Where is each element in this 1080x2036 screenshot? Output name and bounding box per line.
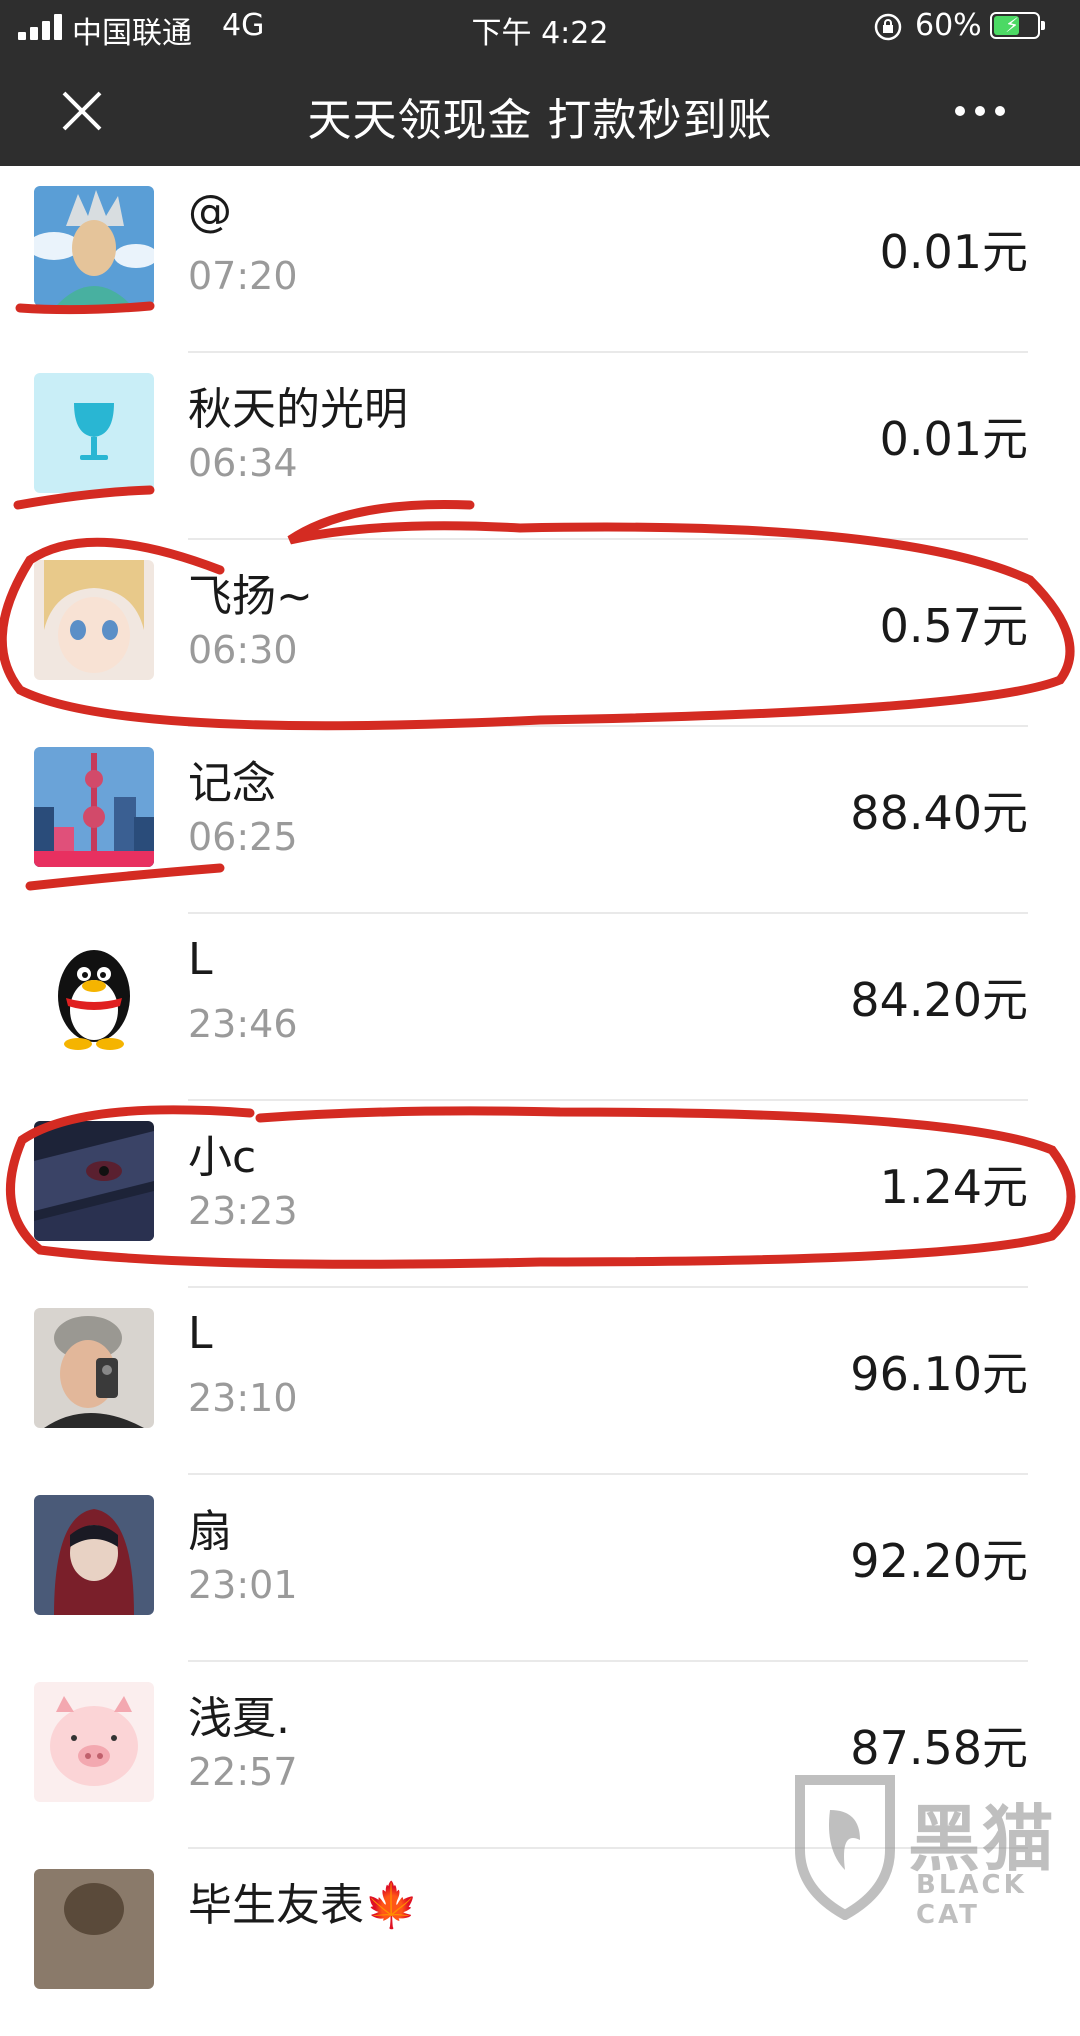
list-item[interactable]: 飞扬~ 06:30 0.57元: [0, 540, 1080, 727]
user-name: 扇: [188, 1506, 232, 1557]
user-name: @: [188, 186, 232, 237]
cat-shield-icon: [795, 1775, 895, 1921]
payout-time: 06:34: [188, 441, 298, 485]
payout-amount: 84.20元: [850, 973, 1028, 1027]
payout-time: 06:30: [188, 628, 298, 672]
payout-time: 23:46: [188, 1002, 298, 1046]
user-name: 记念: [188, 758, 276, 809]
list-item[interactable]: 秋天的光明 06:34 0.01元: [0, 353, 1080, 540]
list-item[interactable]: @ 07:20 0.01元: [0, 166, 1080, 353]
user-name: L: [188, 934, 213, 985]
list-item[interactable]: L 23:10 96.10元: [0, 1288, 1080, 1475]
payout-time: 23:10: [188, 1376, 298, 1420]
list-item[interactable]: 小c 23:23 1.24元: [0, 1101, 1080, 1288]
payout-amount: 92.20元: [850, 1534, 1028, 1588]
more-icon[interactable]: [955, 102, 1005, 118]
top-bar: 中国联通 4G 下午 4:22 60% ⚡ 天天领现金 打款秒到账: [0, 0, 1080, 166]
penguin-icon: [58, 950, 130, 1050]
payout-amount: 88.40元: [850, 786, 1028, 840]
battery-charging-icon: ⚡: [990, 12, 1045, 39]
list-item[interactable]: 扇 23:01 92.20元: [0, 1475, 1080, 1662]
payout-time: 22:57: [188, 1750, 298, 1794]
payout-time: 23:23: [188, 1189, 298, 1233]
avatar: [34, 1121, 154, 1241]
user-name: 小c: [188, 1132, 257, 1183]
user-name: 飞扬~: [188, 571, 313, 622]
user-name: 浅夏.: [188, 1693, 290, 1744]
avatar: [34, 747, 154, 867]
payout-amount: 1.24元: [879, 1160, 1028, 1214]
watermark: 黑猫 BLACK CAT: [790, 1770, 1070, 1930]
avatar: [34, 560, 154, 680]
payout-amount: 0.57元: [879, 599, 1028, 653]
user-name: 秋天的光明: [188, 384, 408, 435]
watermark-sub: BLACK CAT: [916, 1870, 1027, 1930]
user-name: 毕生友表🍁: [188, 1880, 419, 1931]
payout-time: 06:25: [188, 815, 298, 859]
list-item[interactable]: L 23:46 84.20元: [0, 914, 1080, 1101]
page-title: 天天领现金 打款秒到账: [307, 95, 773, 146]
status-bar: 中国联通 4G 下午 4:22 60% ⚡: [0, 0, 1080, 56]
payout-amount: 0.01元: [879, 412, 1028, 466]
avatar: [34, 186, 154, 306]
payout-time: 07:20: [188, 254, 298, 298]
list-item[interactable]: 记念 06:25 88.40元: [0, 727, 1080, 914]
avatar: [34, 1869, 154, 1989]
avatar: [34, 1308, 154, 1428]
avatar: [34, 373, 154, 493]
rotation-lock-icon: [874, 13, 902, 41]
payout-amount: 0.01元: [879, 225, 1028, 279]
title-bar: 天天领现金 打款秒到账: [0, 56, 1080, 166]
payout-amount: 96.10元: [850, 1347, 1028, 1401]
avatar: [34, 1495, 154, 1615]
battery-percent: 60%: [915, 8, 982, 43]
payout-amount: 87.58元: [850, 1721, 1028, 1775]
avatar: [34, 1682, 154, 1802]
avatar: [34, 934, 154, 1054]
user-name: L: [188, 1308, 213, 1359]
payout-time: 23:01: [188, 1563, 298, 1607]
